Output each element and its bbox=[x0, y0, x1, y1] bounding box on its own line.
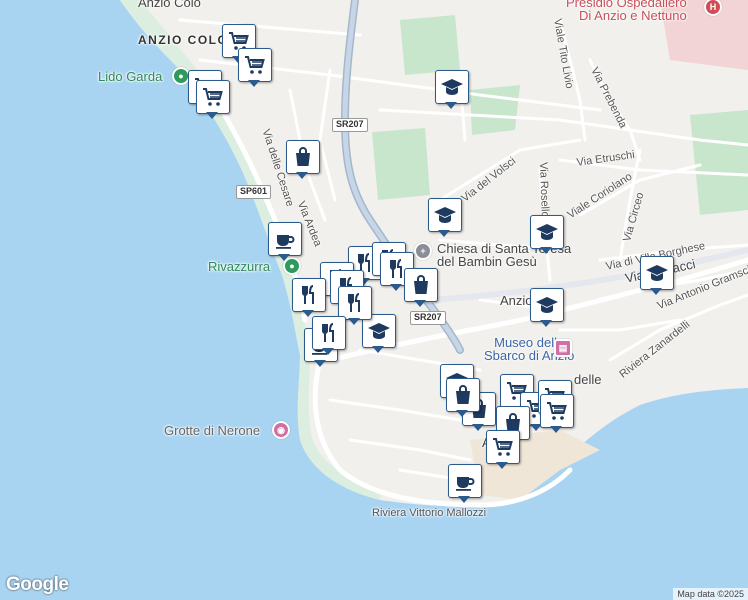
map-attribution[interactable]: Map data ©2025 bbox=[673, 588, 748, 600]
school-icon bbox=[645, 261, 669, 285]
coffee-icon bbox=[453, 469, 477, 493]
coffee-icon bbox=[273, 227, 297, 251]
poi-marker[interactable] bbox=[448, 464, 482, 504]
museum-icon[interactable]: ▤ bbox=[554, 339, 572, 357]
grotte-camera-icon[interactable]: ◉ bbox=[272, 421, 290, 439]
poi-marker[interactable] bbox=[196, 80, 230, 120]
poi-marker[interactable] bbox=[530, 288, 564, 328]
street-via-rosello: Via Rosello bbox=[537, 161, 551, 218]
poi-marker[interactable] bbox=[446, 378, 480, 418]
poi-marker[interactable] bbox=[312, 316, 346, 356]
bag-icon bbox=[291, 145, 315, 169]
restaurant-icon bbox=[343, 291, 367, 315]
restaurant-icon bbox=[297, 283, 321, 307]
restaurant-icon bbox=[317, 321, 341, 345]
map-canvas[interactable]: Presidio Ospedaliero Di Anzio e Nettuno … bbox=[0, 0, 748, 600]
place-anzio-colonia-top: Anzio Colo bbox=[138, 0, 201, 10]
poi-marker[interactable] bbox=[268, 222, 302, 262]
place-anzio-colonia: ANZIO COLO bbox=[138, 33, 229, 47]
anzio-label: Anzio bbox=[500, 293, 533, 308]
school-icon bbox=[440, 75, 464, 99]
poi-marker[interactable] bbox=[404, 268, 438, 308]
rivazzurra-label: Rivazzurra bbox=[208, 259, 271, 274]
poi-marker[interactable] bbox=[540, 394, 574, 434]
poi-marker[interactable] bbox=[292, 278, 326, 318]
poi-marker[interactable] bbox=[286, 140, 320, 180]
poi-marker[interactable] bbox=[640, 256, 674, 296]
hospital-label: Presidio Ospedaliero Di Anzio e Nettuno bbox=[566, 0, 687, 23]
road-shield-sr207-top: SR207 bbox=[332, 118, 368, 132]
poi-marker[interactable] bbox=[238, 48, 272, 88]
poi-marker[interactable] bbox=[486, 430, 520, 470]
church-icon[interactable]: + bbox=[414, 242, 432, 260]
road-shield-sr207-bottom: SR207 bbox=[410, 311, 446, 325]
poi-marker[interactable] bbox=[435, 70, 469, 110]
place-delle: delle bbox=[574, 372, 602, 387]
grotte-di-nerone-label: Grotte di Nerone bbox=[164, 423, 261, 438]
bag-icon bbox=[409, 273, 433, 297]
lido-garda-label: Lido Garda bbox=[98, 69, 163, 84]
poi-marker[interactable] bbox=[530, 215, 564, 255]
google-logo: Google bbox=[6, 574, 69, 595]
cart-icon bbox=[545, 399, 569, 423]
cart-icon bbox=[491, 435, 515, 459]
school-icon bbox=[535, 220, 559, 244]
road-shield-sp601: SP601 bbox=[236, 185, 272, 199]
poi-marker[interactable] bbox=[428, 198, 462, 238]
cart-icon bbox=[243, 53, 267, 77]
bag-icon bbox=[451, 383, 475, 407]
school-icon bbox=[535, 293, 559, 317]
street-riviera-mallozzi: Riviera Vittorio Mallozzi bbox=[372, 507, 487, 519]
cart-icon bbox=[201, 85, 225, 109]
school-icon bbox=[433, 203, 457, 227]
